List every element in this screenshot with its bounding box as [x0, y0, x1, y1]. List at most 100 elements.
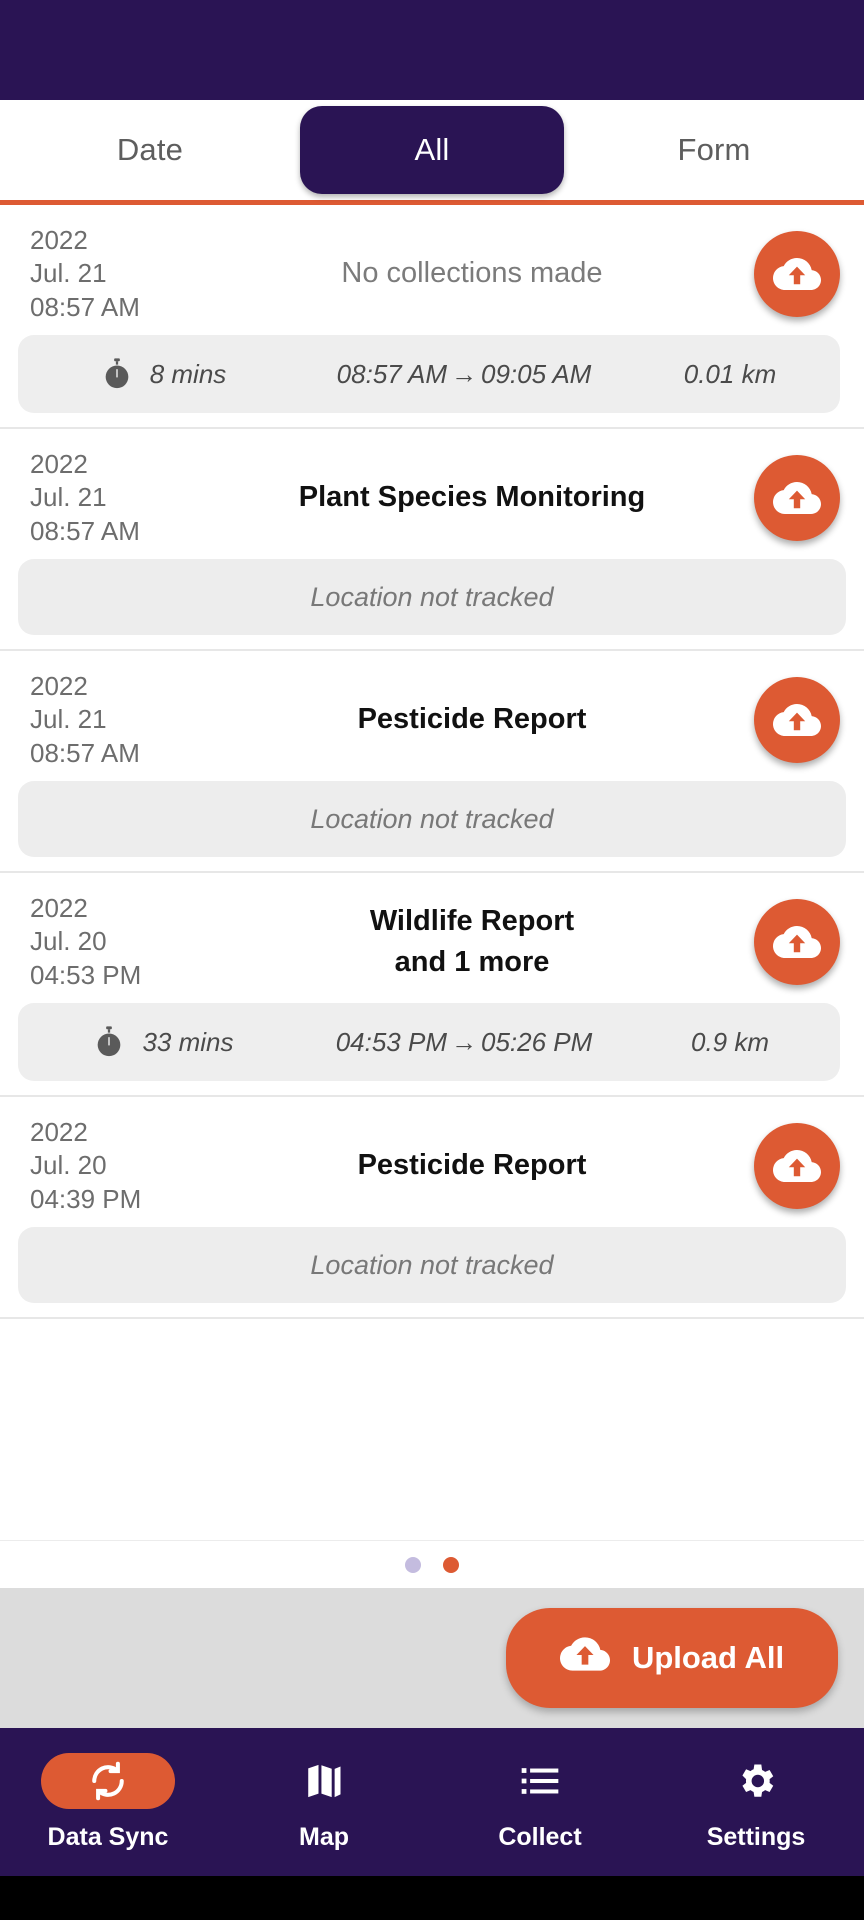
nav-item-label: Settings [706, 1822, 806, 1851]
nav-map[interactable]: Map [216, 1728, 432, 1876]
record-row[interactable]: 2022 Jul. 20 04:53 PM Wildlife Report and 1 … [0, 873, 864, 1097]
record-date: Jul. 20 [30, 1150, 107, 1181]
record-date: Jul. 21 [30, 258, 107, 289]
record-row[interactable]: 2022 Jul. 21 08:57 AM Pesticide Report Locat… [0, 651, 864, 873]
record-header: 2022 Jul. 20 04:53 PM Wildlife Report and 1 … [0, 873, 864, 997]
record-row[interactable]: 2022 Jul. 21 08:57 AM No collections made 8 … [0, 205, 864, 429]
record-timestamp: 2022 Jul. 21 08:57 AM [30, 224, 190, 324]
record-track-summary: 33 mins 04:53 PM → 05:26 PM 0.9 km [18, 1003, 840, 1081]
record-year: 2022 [30, 449, 88, 480]
record-timestamp: 2022 Jul. 20 04:39 PM [30, 1116, 190, 1216]
arrow-right-icon: → [451, 358, 477, 389]
app-root: Date All Form 2022 Jul. 21 08:57 AM No collec… [0, 0, 864, 1920]
status-bar [0, 0, 864, 100]
track-duration: 33 mins [142, 1026, 234, 1057]
cloud-upload-icon [773, 1142, 821, 1190]
upload-all-button[interactable]: Upload All [506, 1608, 838, 1708]
track-distance: 0.9 km [690, 1026, 770, 1057]
record-year: 2022 [30, 893, 88, 924]
record-title: Pesticide Report [357, 1149, 587, 1182]
track-start-time: 08:57 AM [336, 358, 447, 389]
upload-all-bar: Upload All [0, 1588, 864, 1728]
record-no-location: Location not tracked [18, 559, 846, 635]
tab-date[interactable]: Date [0, 132, 300, 168]
record-header: 2022 Jul. 21 08:57 AM No collections made [0, 205, 864, 329]
record-row[interactable]: 2022 Jul. 21 08:57 AM Plant Species Monitor… [0, 429, 864, 651]
record-title-secondary: and 1 more [394, 946, 550, 978]
record-timestamp: 2022 Jul. 21 08:57 AM [30, 670, 190, 770]
record-header: 2022 Jul. 21 08:57 AM Plant Species Monitor… [0, 429, 864, 553]
record-upload-button[interactable] [754, 899, 840, 985]
track-duration: 8 mins [149, 358, 227, 389]
record-title: Plant Species Monitoring [298, 481, 646, 514]
record-track-summary: 8 mins 08:57 AM → 09:05 AM 0.01 km [18, 335, 840, 413]
record-upload-button[interactable] [754, 677, 840, 763]
record-upload-button[interactable] [754, 231, 840, 317]
gear-icon [726, 1753, 786, 1809]
record-no-location: Location not tracked [18, 1227, 846, 1303]
tab-all[interactable]: All [300, 106, 564, 194]
nav-item-label: Map [299, 1822, 349, 1851]
segmented-tab-bar: Date All Form [0, 100, 864, 200]
record-title: Wildlife Report [369, 904, 575, 937]
nav-item-label: Collect [498, 1822, 582, 1851]
record-title-wrap: No collections made [190, 253, 754, 294]
record-title-wrap: Wildlife Report and 1 more [190, 901, 754, 983]
record-no-location: Location not tracked [18, 781, 846, 857]
tab-form[interactable]: Form [564, 132, 864, 168]
stopwatch-icon [100, 357, 134, 391]
bottom-navigation: Data Sync Map Collect Settings [0, 1728, 864, 1876]
cloud-upload-icon [773, 250, 821, 298]
record-title-wrap: Plant Species Monitoring [190, 477, 754, 518]
arrow-right-icon: → [451, 1026, 477, 1057]
nav-item-label: Data Sync [47, 1822, 169, 1851]
list-icon [510, 1753, 570, 1809]
upload-all-label: Upload All [631, 1640, 785, 1675]
nav-data-sync[interactable]: Data Sync [0, 1728, 216, 1876]
record-year: 2022 [30, 671, 88, 702]
record-date: Jul. 21 [30, 704, 107, 735]
record-header: 2022 Jul. 21 08:57 AM Pesticide Report [0, 651, 864, 775]
pager-dot-active[interactable] [443, 1556, 459, 1573]
cloud-upload-icon [773, 918, 821, 966]
stopwatch-icon [92, 1025, 126, 1059]
track-end-time: 09:05 AM [481, 358, 592, 389]
cloud-upload-icon [773, 474, 821, 522]
nav-collect[interactable]: Collect [432, 1728, 648, 1876]
pager-dot[interactable] [405, 1556, 421, 1573]
record-time: 04:53 PM [30, 959, 142, 990]
gesture-bar [0, 1876, 864, 1920]
track-time-range: 08:57 AM → 09:05 AM [308, 359, 620, 390]
cloud-upload-icon [773, 696, 821, 744]
map-icon [294, 1753, 354, 1809]
record-header: 2022 Jul. 20 04:39 PM Pesticide Report [0, 1097, 864, 1221]
record-date: Jul. 21 [30, 482, 107, 513]
track-time-range: 04:53 PM → 05:26 PM [308, 1027, 620, 1058]
record-time: 08:57 AM [30, 737, 140, 768]
record-upload-button[interactable] [754, 455, 840, 541]
record-date: Jul. 20 [30, 926, 107, 957]
record-title-wrap: Pesticide Report [190, 699, 754, 740]
record-year: 2022 [30, 1117, 88, 1148]
track-distance: 0.01 km [683, 358, 777, 389]
record-upload-button[interactable] [754, 1123, 840, 1209]
record-year: 2022 [30, 225, 88, 256]
track-duration-group: 8 mins [18, 357, 308, 391]
record-title: Pesticide Report [357, 703, 587, 736]
record-time: 08:57 AM [30, 291, 140, 322]
sync-icon [41, 1752, 175, 1809]
record-list[interactable]: 2022 Jul. 21 08:57 AM No collections made 8 … [0, 205, 864, 1540]
record-title: No collections made [341, 257, 603, 290]
record-time: 04:39 PM [30, 1183, 142, 1214]
track-start-time: 04:53 PM [335, 1026, 447, 1057]
cloud-upload-icon [559, 1629, 610, 1687]
record-timestamp: 2022 Jul. 20 04:53 PM [30, 892, 190, 992]
record-title-wrap: Pesticide Report [190, 1145, 754, 1186]
nav-settings[interactable]: Settings [648, 1728, 864, 1876]
record-timestamp: 2022 Jul. 21 08:57 AM [30, 448, 190, 548]
record-time: 08:57 AM [30, 515, 140, 546]
record-row[interactable]: 2022 Jul. 20 04:39 PM Pesticide Report Locat… [0, 1097, 864, 1319]
track-duration-group: 33 mins [18, 1025, 308, 1059]
track-end-time: 05:26 PM [481, 1026, 593, 1057]
pagination-dots[interactable] [0, 1540, 864, 1588]
